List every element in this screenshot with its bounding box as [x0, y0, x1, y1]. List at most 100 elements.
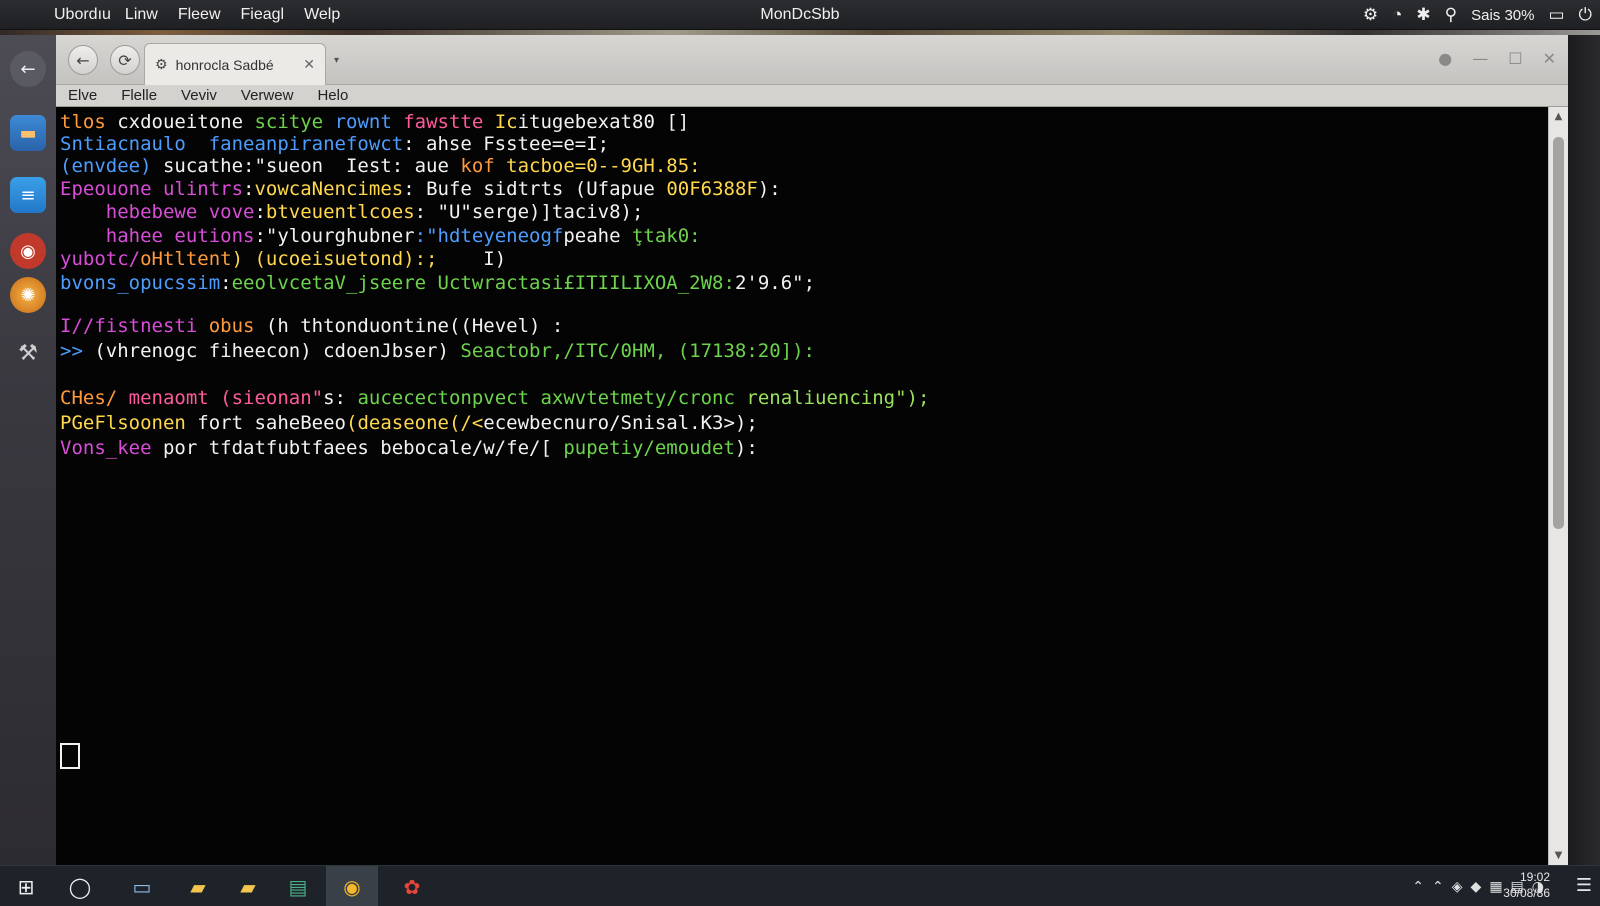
terminal-output[interactable]: tlos cxdoueitone scitye rownt fawstte Ic… [56, 107, 1548, 865]
terminal-text: vowcaNencimes [254, 178, 404, 200]
store-icon[interactable]: ▤ [272, 866, 324, 906]
terminal-text: Uctwractasi£ITIILIXOA_2W8: [437, 272, 735, 294]
clock-date: 30/08/86 [1503, 886, 1550, 900]
terminal-line: Vons_kee por tfdatfubtfaees bebocale/w/f… [60, 437, 758, 459]
terminal-text: PGeFlsoonen [60, 412, 198, 434]
terminal-text: 2'9.6"; [734, 272, 816, 294]
folder-icon[interactable]: ▰ [172, 866, 224, 906]
terminal-line: Epeouone ulintrs:vowcaNencimes: Bufe sid… [60, 178, 781, 200]
terminal-line: PGeFlsoonen fort saheBeeo(deaseone(/<ece… [60, 412, 758, 434]
terminal-text: >> [60, 340, 95, 362]
terminal-text: ecewbecnuro/Snisal.K3>); [483, 412, 758, 434]
terminal-text: yubotc/ [60, 248, 141, 270]
tab-title: honrocla Sadbé [175, 56, 274, 73]
terminal-line: yubotc/oHtltent) (ucoeisuetond):; I) [60, 248, 506, 270]
clock[interactable]: 19:02 30/08/86 [1470, 869, 1550, 901]
desktop-edge [1568, 35, 1600, 865]
scroll-up-icon[interactable]: ▲ [1549, 111, 1568, 122]
settings-icon[interactable]: ⚒ [10, 335, 46, 371]
terminal-cursor [60, 743, 80, 769]
terminal-line: >> (vhrenogc fiheecon) cdoenJbser) Seact… [60, 340, 815, 362]
terminal-text: Sntiacnaulo faneanpiranefowct [60, 133, 404, 155]
scrollbar[interactable]: ▲ ▼ [1548, 107, 1568, 865]
terminal-window: ← ⟳ ⚙ honrocla Sadbé ✕ ▾ ● — ☐ ✕ Elve Fl… [56, 35, 1568, 865]
pin-icon[interactable]: ● [1438, 49, 1452, 68]
menu-item-fleew[interactable]: Fleew [168, 6, 231, 24]
display-icon[interactable]: ▭ [1548, 5, 1564, 25]
terminal-text: ): [757, 178, 781, 200]
back-icon[interactable]: ← [10, 51, 46, 87]
folder-icon[interactable]: ▰ [222, 866, 274, 906]
app-icon[interactable]: ✿ [386, 866, 438, 906]
terminal-line: hahee eutions:"ylourghubner:"hdteyeneogf… [60, 225, 701, 247]
menu-item-fieagl[interactable]: Fieagl [231, 6, 295, 24]
terminal-text: por tfdatfubtfaees [162, 437, 381, 459]
terminal-text: tacboe=0--9GH.85: [506, 155, 701, 177]
terminal-line: (envdee) sucathe:"sueon Iest: aue kof ta… [60, 155, 701, 177]
terminal-text: Vons_kee [60, 437, 163, 459]
chevron-down-icon[interactable]: ▾ [334, 55, 339, 66]
status-text: Sais 30% [1471, 6, 1535, 24]
search-icon[interactable]: ⚲ [1445, 5, 1457, 25]
clock-icon[interactable]: ◔ [1392, 5, 1402, 25]
media-icon[interactable]: ◉ [10, 233, 46, 269]
terminal-text: : "U"serge)]taciv8); [414, 201, 644, 223]
terminal-text: bebocale/w/fe/[ [380, 437, 564, 459]
terminal-text: I//fistnesti [60, 315, 209, 337]
back-button[interactable]: ← [68, 45, 98, 75]
dock: ← ▬ ≡ ◉ ✺ ⚒ [0, 35, 56, 865]
windows-start-icon[interactable]: ⊞ [0, 866, 52, 906]
terminal-line: hebebewe vove:btveuentlcoes: "U"serge)]t… [60, 201, 644, 223]
bluetooth-icon[interactable]: ✱ [1416, 5, 1430, 25]
terminal-text: Iest: aue [345, 155, 461, 177]
minimize-button[interactable]: — [1472, 49, 1488, 68]
chevron-up-icon[interactable]: ⌃ [1412, 879, 1424, 895]
terminal-line: tlos cxdoueitone scitye rownt fawstte Ic… [60, 111, 689, 133]
gear-icon: ⚙ [155, 56, 168, 73]
terminal-text: bvons_opucssim [60, 272, 221, 294]
scrollbar-thumb[interactable] [1553, 137, 1564, 529]
terminal-text: kof [460, 155, 507, 177]
title-bar: ← ⟳ ⚙ honrocla Sadbé ✕ ▾ ● — ☐ ✕ [56, 35, 1568, 85]
network-icon[interactable]: ◈ [1452, 879, 1463, 895]
reload-button[interactable]: ⟳ [110, 45, 140, 75]
terminal-text: ţtak0: [631, 225, 701, 247]
terminal-text: eeolvcetaV_jseere [231, 272, 438, 294]
tab[interactable]: ⚙ honrocla Sadbé ✕ [144, 43, 326, 85]
terminal-text: Seactobr,/ITC/0HM, (17138:20]): [460, 340, 815, 362]
menu-item-app[interactable]: Ubordıu [40, 6, 115, 24]
terminal-text: menaomt (sieonan" [128, 387, 324, 409]
maximize-button[interactable]: ☐ [1508, 49, 1522, 68]
power-icon[interactable]: ⏻ [1579, 5, 1592, 25]
terminal-text: tlos [60, 111, 118, 133]
menu-helo[interactable]: Helo [305, 87, 360, 104]
menu-item-linw[interactable]: Linw [115, 6, 168, 24]
scroll-down-icon[interactable]: ▼ [1549, 850, 1568, 861]
terminal-text: s: [323, 387, 358, 409]
explorer-icon[interactable]: ▭ [116, 866, 168, 906]
terminal-text: btveuentlcoes [265, 201, 415, 223]
notifications-icon[interactable]: ☰ [1576, 875, 1592, 896]
document-icon[interactable]: ≡ [10, 177, 46, 213]
search-icon[interactable]: ◯ [54, 866, 106, 906]
chevron-up-icon[interactable]: ⌃ [1432, 879, 1444, 895]
terminal-line: Sntiacnaulo faneanpiranefowct: ahse Fsst… [60, 133, 609, 155]
terminal-text: : [220, 272, 232, 294]
terminal-text: peahe [563, 225, 632, 247]
close-icon[interactable]: ✕ [303, 57, 315, 73]
menu-veviv[interactable]: Veviv [169, 87, 229, 104]
files-icon[interactable]: ▬ [10, 115, 46, 151]
window-title: MonDcSbb [760, 5, 840, 23]
terminal-text: : [254, 201, 266, 223]
menu-item-welp[interactable]: Welp [294, 6, 350, 24]
terminal-text: Epeouone ulintrs [60, 178, 244, 200]
menu-flelle[interactable]: Flelle [109, 87, 169, 104]
window-menu-bar: Elve Flelle Veviv Verwew Helo [56, 85, 1568, 107]
browser-icon[interactable]: ✺ [10, 277, 46, 313]
menu-elve[interactable]: Elve [56, 87, 109, 104]
close-button[interactable]: ✕ [1543, 49, 1556, 68]
gear-icon[interactable]: ⚙ [1363, 5, 1378, 25]
chrome-icon[interactable]: ◉ [326, 866, 378, 906]
terminal-text: hebebewe vove [60, 201, 255, 223]
menu-verwew[interactable]: Verwew [229, 87, 306, 104]
